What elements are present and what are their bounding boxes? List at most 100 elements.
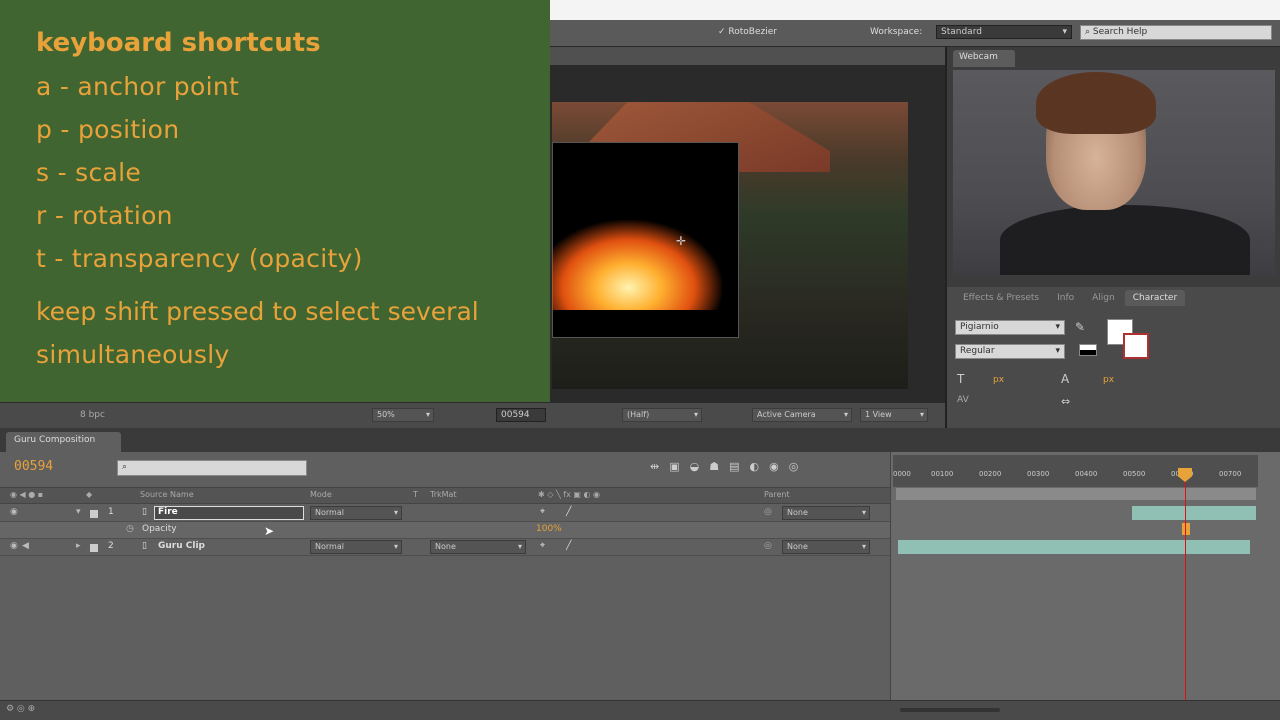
leading-unit[interactable]: px [1103,375,1114,385]
zoom-slider[interactable] [900,708,1000,712]
motion-blur-icon[interactable]: ◐ [750,460,760,473]
opacity-keyframe-icon[interactable] [1182,523,1190,535]
black-white-swatch-icon[interactable] [1079,344,1097,356]
trkmat-value: None [435,542,456,551]
tab-webcam[interactable]: Webcam [953,50,1015,67]
quality-switch-icon[interactable]: ╱ [566,541,571,551]
shy-switch-icon[interactable]: ⌖ [540,541,545,551]
parent-select[interactable]: None [782,540,870,554]
av-features-icon[interactable]: ◉ ◀ ● ▪ [10,490,43,499]
search-help-placeholder: Search Help [1092,27,1148,37]
frame-blending-icon[interactable]: ▤ [729,460,739,473]
fire-layer-bar[interactable] [1132,506,1256,520]
shy-layers-icon[interactable]: ☗ [709,460,719,473]
font-size-icon: T [957,372,965,386]
resolution-select[interactable]: (Half) [622,408,702,422]
switches-header-icon[interactable]: ✱ ◇ ╲ fx ▣ ◐ ◉ [538,490,600,499]
timeline-search-input[interactable]: ⌕ [117,460,307,476]
parent-header[interactable]: Parent [764,490,790,499]
twirl-open-icon[interactable]: ▾ [76,507,81,517]
workspace-label: Workspace: [870,27,923,37]
shortcuts-overlay: keyboard shortcuts a - anchor point p - … [0,0,550,402]
overlay-title: keyboard shortcuts [36,28,321,58]
trkmat-header[interactable]: TrkMat [430,490,457,499]
opacity-property-row[interactable]: ◷ Opacity 100% ➤ [0,522,890,539]
shy-switch-icon[interactable]: ⌖ [540,507,545,517]
label-color-swatch[interactable] [90,544,98,552]
tab-info[interactable]: Info [1049,290,1082,306]
font-family-select[interactable]: Pigiarnio ▾ [955,320,1065,335]
guru-clip-layer-bar[interactable] [898,540,1250,554]
label-icon[interactable]: ◆ [86,490,92,499]
viewer-timecode[interactable]: 00594 [496,408,546,422]
t-header[interactable]: T [413,490,418,499]
rotobezier-label: RotoBezier [728,27,777,37]
tab-align[interactable]: Align [1084,290,1123,306]
workspace-value: Standard [941,27,982,37]
zoom-select[interactable]: 50% [372,408,434,422]
stopwatch-icon[interactable]: ◷ [126,524,134,534]
bpc-label[interactable]: 8 bpc [80,410,105,420]
graph-editor-icon[interactable]: ◎ [789,460,799,473]
brainstorm-icon[interactable]: ◉ [769,460,779,473]
ruler-tick: 00400 [1075,470,1098,478]
time-ruler[interactable]: 0000 00100 00200 00300 00400 00500 00600… [893,455,1258,487]
search-help-input[interactable]: ⌕ Search Help [1080,25,1272,40]
opacity-property-name[interactable]: Opacity [142,524,177,534]
toggle-switches-icon[interactable]: ⚙ ◎ ⊕ [6,704,35,714]
current-time-indicator[interactable] [1185,470,1186,705]
pickwhip-icon[interactable]: ◎ [764,541,772,551]
rotobezier-checkbox[interactable]: ✓ RotoBezier [718,27,777,37]
presenter-shirt [1000,205,1250,275]
tools-toolbar: ✓ RotoBezier Workspace: Standard ▾ ⌕ Sear… [550,20,1280,47]
stroke-color-swatch[interactable] [1123,333,1149,359]
audio-icon[interactable]: ◀ [22,541,29,551]
timeline-timecode[interactable]: 00594 [14,459,53,474]
eye-icon[interactable]: ◉ [10,541,18,551]
tab-guru-composition[interactable]: Guru Composition [6,432,121,452]
opacity-value[interactable]: 100% [536,524,562,534]
shortcut-opacity: t - transparency (opacity) [36,244,363,273]
anchor-point-icon[interactable]: ✛ [676,234,686,248]
views-select[interactable]: 1 View [860,408,928,422]
live-update-icon[interactable]: ▣ [669,460,679,473]
trkmat-select[interactable]: None [430,540,526,554]
mode-select[interactable]: Normal [310,540,402,554]
workspace-select[interactable]: Standard ▾ [936,25,1072,39]
zoom-value: 50% [377,410,395,419]
camera-select[interactable]: Active Camera [752,408,852,422]
parent-select[interactable]: None [782,506,870,520]
chevron-down-icon: ▾ [1055,346,1060,356]
composition-mini-flowchart-icon[interactable]: ⇹ [650,460,659,473]
source-name-header[interactable]: Source Name [140,490,194,499]
eye-icon[interactable]: ◉ [10,507,18,517]
tab-effects-presets[interactable]: Effects & Presets [955,290,1047,306]
twirl-closed-icon[interactable]: ▸ [76,541,81,551]
fire-image [552,220,722,310]
pickwhip-icon[interactable]: ◎ [764,507,772,517]
layer-row-guru-clip[interactable]: ◉ ◀ ▸ 2 ▯ Guru Clip Normal None ⌖ ╱ ◎ No… [0,539,890,556]
layer-row-fire[interactable]: ◉ ▾ 1 ▯ Fire Normal ⌖ ╱ ◎ None [0,505,890,522]
layer-name-guru-clip[interactable]: Guru Clip [158,541,205,551]
quality-switch-icon[interactable]: ╱ [566,507,571,517]
font-size-unit[interactable]: px [993,375,1004,385]
eyedropper-icon[interactable]: ✎ [1075,320,1085,334]
shortcut-scale: s - scale [36,158,142,187]
footage-icon: ▯ [142,507,147,517]
layer-name-field[interactable]: Fire [154,506,304,520]
work-area-bar[interactable] [896,488,1256,500]
camera-value: Active Camera [757,410,816,419]
tracking-icon: ⇔ [1061,395,1071,408]
label-color-swatch[interactable] [90,510,98,518]
kerning-icon: AV [957,395,969,405]
footage-icon: ▯ [142,541,147,551]
mode-select[interactable]: Normal [310,506,402,520]
font-style-select[interactable]: Regular ▾ [955,344,1065,359]
tab-character[interactable]: Character [1124,290,1186,306]
draft-3d-icon[interactable]: ◒ [690,460,700,473]
mode-header[interactable]: Mode [310,490,332,499]
parent-value: None [787,542,808,551]
layer-number: 2 [108,541,114,551]
shortcut-position: p - position [36,115,180,144]
ruler-tick: 00700 [1219,470,1242,478]
